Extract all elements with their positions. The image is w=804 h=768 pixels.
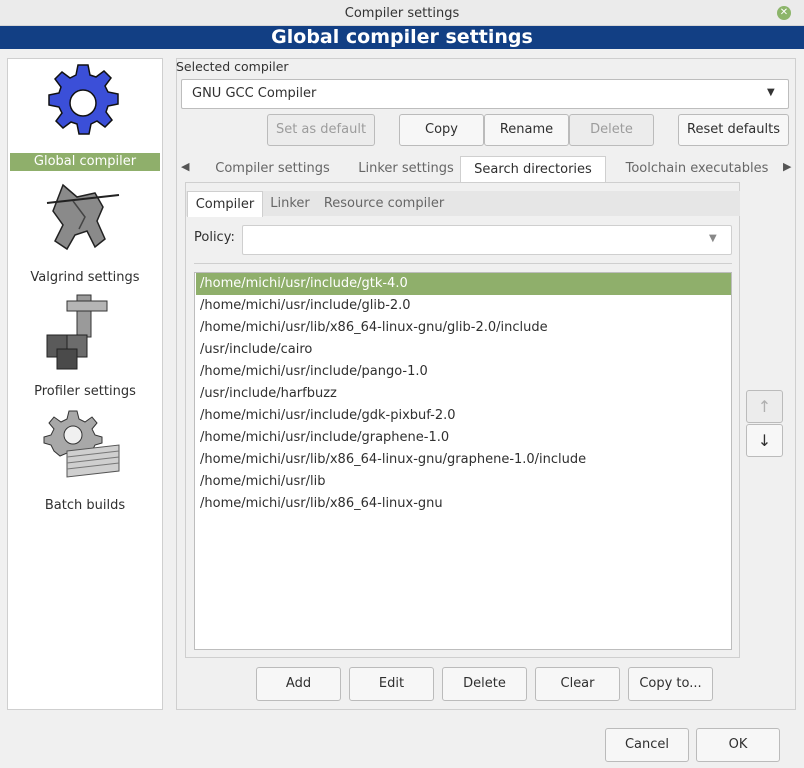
list-item[interactable]: /usr/include/harfbuzz (196, 383, 731, 405)
list-item[interactable]: /home/michi/usr/lib/x86_64-linux-gnu/gli… (196, 317, 731, 339)
move-up-button[interactable]: ↑ (746, 390, 783, 423)
tab-scroll-left-icon[interactable]: ◀ (181, 160, 189, 173)
clear-directories-button[interactable]: Clear (535, 667, 620, 701)
tab-scroll-right-icon[interactable]: ▶ (783, 160, 791, 173)
policy-label: Policy: (194, 230, 235, 245)
delete-directory-button[interactable]: Delete (442, 667, 527, 701)
chevron-down-icon: ▼ (767, 87, 775, 98)
close-button[interactable]: ✕ (777, 6, 791, 20)
list-item[interactable]: /usr/include/cairo (196, 339, 731, 361)
window-title: Compiler settings (344, 6, 460, 21)
selected-compiler-label: Selected compiler (176, 59, 289, 74)
delete-compiler-button[interactable]: Delete (569, 114, 654, 146)
tab-compiler-settings[interactable]: Compiler settings (206, 156, 339, 182)
profiler-caliper-icon (43, 291, 123, 371)
subtab-resource-compiler[interactable]: Resource compiler (321, 191, 447, 216)
chevron-down-icon: ▼ (709, 233, 717, 244)
list-item[interactable]: /home/michi/usr/include/glib-2.0 (196, 295, 731, 317)
add-directory-button[interactable]: Add (256, 667, 341, 701)
list-item[interactable]: /home/michi/usr/include/pango-1.0 (196, 361, 731, 383)
page-title: Global compiler settings (271, 26, 533, 48)
directory-list[interactable]: /home/michi/usr/include/gtk-4.0 /home/mi… (194, 272, 732, 650)
cancel-button[interactable]: Cancel (605, 728, 689, 762)
settings-category-list: Global compiler settings Valgrind settin… (7, 58, 163, 710)
gear-icon (43, 63, 123, 143)
tab-search-directories[interactable]: Search directories (460, 156, 606, 184)
list-item[interactable]: /home/michi/usr/lib (196, 471, 731, 493)
reset-defaults-button[interactable]: Reset defaults (678, 114, 789, 146)
copy-to-button[interactable]: Copy to... (628, 667, 713, 701)
tab-linker-settings[interactable]: Linker settings (350, 156, 462, 182)
copy-compiler-button[interactable]: Copy (399, 114, 484, 146)
edit-directory-button[interactable]: Edit (349, 667, 434, 701)
divider (194, 263, 732, 264)
subtab-linker[interactable]: Linker (263, 191, 317, 216)
list-item[interactable]: /home/michi/usr/include/gdk-pixbuf-2.0 (196, 405, 731, 427)
list-item[interactable]: /home/michi/usr/include/graphene-1.0 (196, 427, 731, 449)
sidebar-item-label: Global compiler settings (10, 153, 160, 187)
sidebar-item-profiler[interactable]: Profiler settings (8, 287, 162, 399)
batch-builds-icon (43, 405, 123, 485)
sidebar-item-batch-builds[interactable]: Batch builds (8, 401, 162, 513)
list-item[interactable]: /home/michi/usr/lib/x86_64-linux-gnu/gra… (196, 449, 731, 471)
ok-button[interactable]: OK (696, 728, 780, 762)
policy-dropdown[interactable] (242, 225, 732, 255)
sidebar-item-global-compiler[interactable]: Global compiler settings (8, 59, 162, 187)
rename-compiler-button[interactable]: Rename (484, 114, 569, 146)
sidebar-item-label: Batch builds (44, 498, 126, 513)
subtab-compiler[interactable]: Compiler (187, 191, 263, 217)
list-item[interactable]: /home/michi/usr/include/gtk-4.0 (196, 273, 731, 295)
compiler-dropdown-value: GNU GCC Compiler (192, 86, 317, 101)
sidebar-item-label: Valgrind settings (30, 270, 140, 285)
tab-toolchain-executables[interactable]: Toolchain executables (618, 156, 776, 182)
move-down-button[interactable]: ↓ (746, 424, 783, 457)
sidebar-item-valgrind[interactable]: Valgrind settings (8, 173, 162, 285)
sidebar-item-label: Profiler settings (34, 384, 136, 399)
set-as-default-button[interactable]: Set as default (267, 114, 375, 146)
valgrind-knight-icon (43, 177, 123, 257)
list-item[interactable]: /home/michi/usr/lib/x86_64-linux-gnu (196, 493, 731, 515)
